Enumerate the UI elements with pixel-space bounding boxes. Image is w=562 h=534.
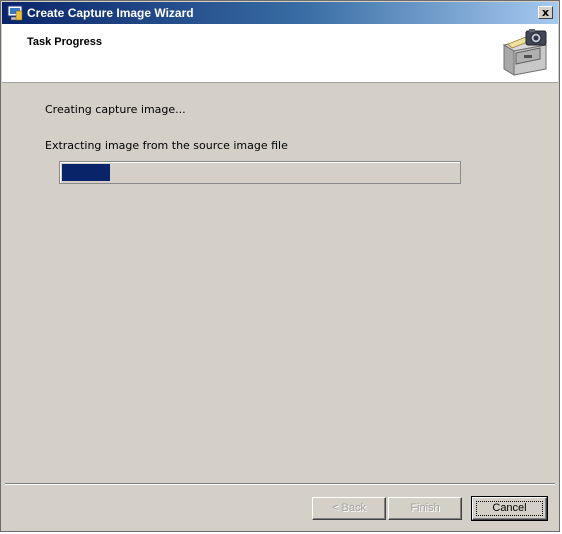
finish-button-label: Finish <box>410 502 440 514</box>
progress-fill <box>62 164 110 181</box>
finish-button[interactable]: Finish <box>388 497 462 520</box>
status-text: Creating capture image... <box>45 103 186 116</box>
page-title: Task Progress <box>27 36 103 48</box>
window-title: Create Capture Image Wizard <box>27 6 194 20</box>
close-icon: x <box>541 6 550 19</box>
cancel-button[interactable]: Cancel <box>471 496 548 521</box>
close-button[interactable]: x <box>538 6 553 19</box>
title-bar[interactable]: Create Capture Image Wizard x <box>2 2 558 24</box>
back-button-label: < Back <box>332 502 366 514</box>
detail-text: Extracting image from the source image f… <box>45 139 288 152</box>
wizard-header: Task Progress <box>2 24 558 83</box>
cancel-button-label: Cancel <box>492 502 527 514</box>
filing-cabinet-camera-icon <box>502 29 548 76</box>
back-button[interactable]: < Back <box>312 497 386 520</box>
wizard-window: Create Capture Image Wizard x Task Progr… <box>0 0 560 532</box>
divider-highlight <box>5 484 555 485</box>
progress-bar <box>59 161 461 184</box>
app-icon <box>7 5 23 21</box>
